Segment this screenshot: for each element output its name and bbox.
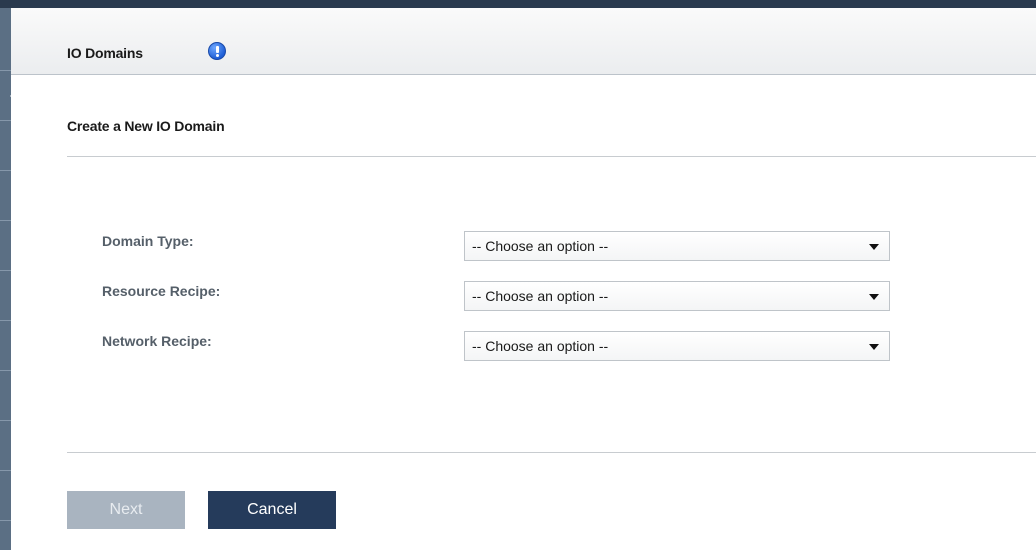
- rail-item[interactable]: [0, 270, 11, 320]
- rail-item[interactable]: [0, 470, 11, 520]
- resource-recipe-label: Resource Recipe:: [102, 283, 221, 299]
- info-icon[interactable]: [208, 42, 226, 60]
- rail-item[interactable]: [0, 520, 11, 550]
- chevron-down-icon: [869, 344, 879, 350]
- domain-type-value: -- Choose an option --: [472, 238, 609, 254]
- domain-type-label: Domain Type:: [102, 233, 194, 249]
- divider: [67, 452, 1036, 453]
- domain-type-select[interactable]: -- Choose an option --: [464, 231, 890, 261]
- top-bar: [0, 0, 1036, 8]
- resource-recipe-value: -- Choose an option --: [472, 288, 609, 304]
- divider: [67, 156, 1036, 157]
- chevron-down-icon: [869, 294, 879, 300]
- network-recipe-select[interactable]: -- Choose an option --: [464, 331, 890, 361]
- rail-item[interactable]: [0, 320, 11, 370]
- next-button[interactable]: Next: [67, 491, 185, 529]
- network-recipe-value: -- Choose an option --: [472, 338, 609, 354]
- rail-item[interactable]: [0, 220, 11, 270]
- rail-item[interactable]: [0, 370, 11, 420]
- collapse-panel-icon[interactable]: [10, 88, 19, 104]
- network-recipe-label: Network Recipe:: [102, 333, 212, 349]
- page-header: IO Domains: [11, 8, 1036, 75]
- resource-recipe-select[interactable]: -- Choose an option --: [464, 281, 890, 311]
- page-title: IO Domains: [67, 45, 143, 61]
- chevron-down-icon: [869, 244, 879, 250]
- section-title: Create a New IO Domain: [67, 118, 225, 134]
- rail-item[interactable]: [0, 120, 11, 170]
- io-domains-page: IO Domains Create a New IO Domain Domain…: [0, 0, 1036, 550]
- rail-item[interactable]: [0, 170, 11, 220]
- rail-item[interactable]: [0, 420, 11, 470]
- cancel-button[interactable]: Cancel: [208, 491, 336, 529]
